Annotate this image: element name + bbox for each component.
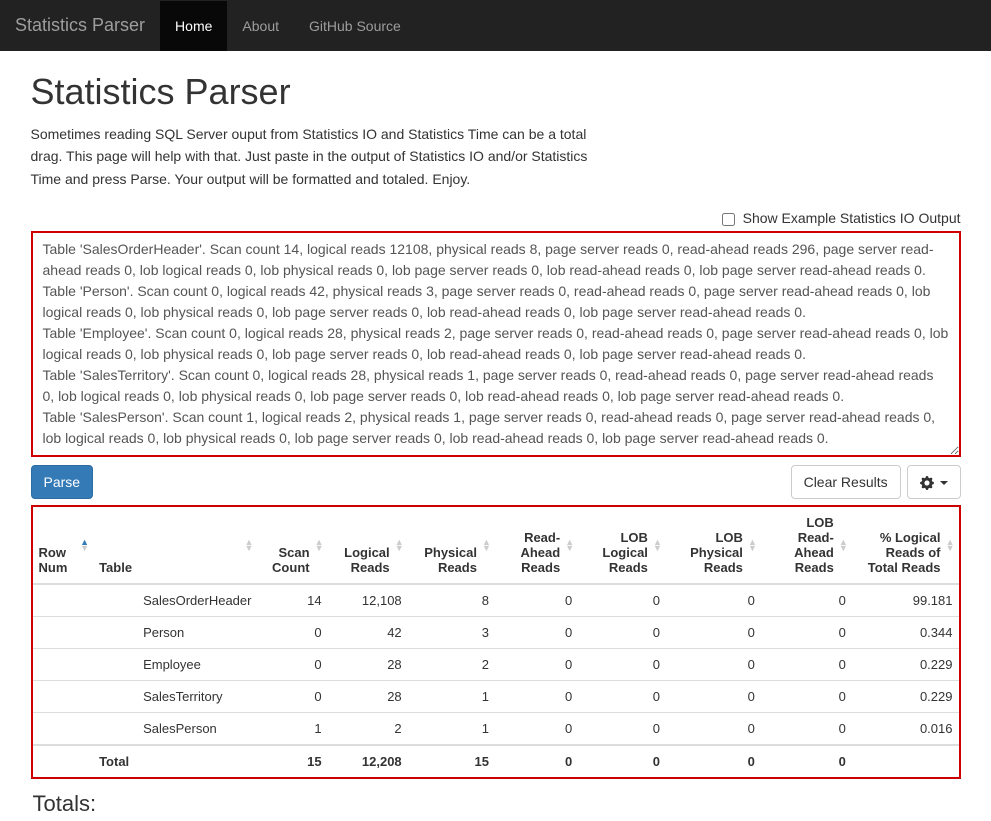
cell-readahead: 0 [495, 584, 578, 617]
cell-lobreadahead: 0 [761, 681, 852, 713]
cell-loblogical: 0 [578, 617, 666, 649]
nav-home[interactable]: Home [160, 1, 227, 51]
cell-table: SalesOrderHeader [93, 584, 257, 617]
cell-scan: 15 [257, 745, 327, 777]
cell-readahead: 0 [495, 649, 578, 681]
navbar: Statistics Parser Home About GitHub Sour… [0, 0, 991, 51]
cell-rownum [33, 745, 94, 777]
cell-lobphysical: 0 [666, 617, 761, 649]
cell-table: SalesTerritory [93, 681, 257, 713]
col-scancount[interactable]: Scan Count▲▼ [257, 507, 327, 584]
cell-table: Person [93, 617, 257, 649]
cell-readahead: 0 [495, 745, 578, 777]
table-row: Employee028200000.229 [33, 649, 959, 681]
cell-scan: 1 [257, 713, 327, 746]
navbar-nav: Home About GitHub Source [160, 1, 416, 51]
totals-heading: Totals: [33, 791, 961, 817]
cell-readahead: 0 [495, 617, 578, 649]
col-rownum[interactable]: Row Num▲▼ [33, 507, 94, 584]
cell-logical: 28 [328, 681, 408, 713]
cell-lobphysical: 0 [666, 745, 761, 777]
clear-results-button[interactable]: Clear Results [791, 465, 901, 499]
col-loblogical[interactable]: LOB Logical Reads▲▼ [578, 507, 666, 584]
cell-physical: 2 [408, 649, 495, 681]
cell-logical: 42 [328, 617, 408, 649]
table-row-total: Total1512,208150000 [33, 745, 959, 777]
col-logical[interactable]: Logical Reads▲▼ [328, 507, 408, 584]
col-lobphysical[interactable]: LOB Physical Reads▲▼ [666, 507, 761, 584]
settings-dropdown-button[interactable] [907, 465, 961, 499]
parse-button[interactable]: Parse [31, 465, 94, 499]
results-table: Row Num▲▼ Table▲▼ Scan Count▲▼ Logical R… [33, 507, 959, 777]
table-row: Person042300000.344 [33, 617, 959, 649]
cell-loblogical: 0 [578, 745, 666, 777]
cell-lobreadahead: 0 [761, 713, 852, 746]
col-pct[interactable]: % Logical Reads of Total Reads▲▼ [852, 507, 959, 584]
cell-logical: 2 [328, 713, 408, 746]
cell-table: SalesPerson [93, 713, 257, 746]
cell-lobreadahead: 0 [761, 617, 852, 649]
cell-lobreadahead: 0 [761, 745, 852, 777]
gear-icon [920, 474, 938, 490]
cell-rownum [33, 681, 94, 713]
cell-loblogical: 0 [578, 584, 666, 617]
input-area-wrap [31, 231, 961, 457]
cell-readahead: 0 [495, 713, 578, 746]
cell-pct: 0.229 [852, 649, 959, 681]
cell-lobphysical: 0 [666, 713, 761, 746]
cell-physical: 3 [408, 617, 495, 649]
cell-table: Total [93, 745, 257, 777]
cell-pct: 0.344 [852, 617, 959, 649]
caret-down-icon [940, 481, 948, 485]
cell-logical: 12,108 [328, 584, 408, 617]
cell-physical: 8 [408, 584, 495, 617]
show-example-label[interactable]: Show Example Statistics IO Output [722, 210, 961, 226]
cell-lobreadahead: 0 [761, 584, 852, 617]
show-example-checkbox[interactable] [722, 213, 735, 226]
statistics-input[interactable] [33, 233, 959, 455]
cell-scan: 14 [257, 584, 327, 617]
cell-scan: 0 [257, 617, 327, 649]
cell-pct: 0.229 [852, 681, 959, 713]
cell-scan: 0 [257, 681, 327, 713]
navbar-brand[interactable]: Statistics Parser [15, 0, 160, 51]
cell-scan: 0 [257, 649, 327, 681]
cell-table: Employee [93, 649, 257, 681]
cell-readahead: 0 [495, 681, 578, 713]
nav-github[interactable]: GitHub Source [294, 1, 416, 51]
cell-rownum [33, 713, 94, 746]
cell-loblogical: 0 [578, 713, 666, 746]
cell-rownum [33, 584, 94, 617]
cell-lobphysical: 0 [666, 649, 761, 681]
cell-lobphysical: 0 [666, 681, 761, 713]
cell-pct: 99.181 [852, 584, 959, 617]
col-lobreadahead[interactable]: LOB Read-Ahead Reads▲▼ [761, 507, 852, 584]
col-readahead[interactable]: Read-Ahead Reads▲▼ [495, 507, 578, 584]
cell-physical: 1 [408, 713, 495, 746]
cell-logical: 12,208 [328, 745, 408, 777]
cell-rownum [33, 649, 94, 681]
cell-rownum [33, 617, 94, 649]
nav-about[interactable]: About [227, 1, 294, 51]
show-example-text: Show Example Statistics IO Output [743, 210, 961, 226]
col-table[interactable]: Table▲▼ [93, 507, 257, 584]
cell-physical: 1 [408, 681, 495, 713]
table-row: SalesOrderHeader1412,1088000099.181 [33, 584, 959, 617]
cell-lobphysical: 0 [666, 584, 761, 617]
page-intro: Sometimes reading SQL Server ouput from … [31, 123, 591, 190]
results-table-wrap: Row Num▲▼ Table▲▼ Scan Count▲▼ Logical R… [31, 505, 961, 779]
page-title: Statistics Parser [31, 71, 961, 113]
cell-lobreadahead: 0 [761, 649, 852, 681]
cell-pct [852, 745, 959, 777]
cell-pct: 0.016 [852, 713, 959, 746]
table-row: SalesTerritory028100000.229 [33, 681, 959, 713]
cell-logical: 28 [328, 649, 408, 681]
cell-loblogical: 0 [578, 681, 666, 713]
cell-loblogical: 0 [578, 649, 666, 681]
col-physical[interactable]: Physical Reads▲▼ [408, 507, 495, 584]
cell-physical: 15 [408, 745, 495, 777]
table-row: SalesPerson12100000.016 [33, 713, 959, 746]
